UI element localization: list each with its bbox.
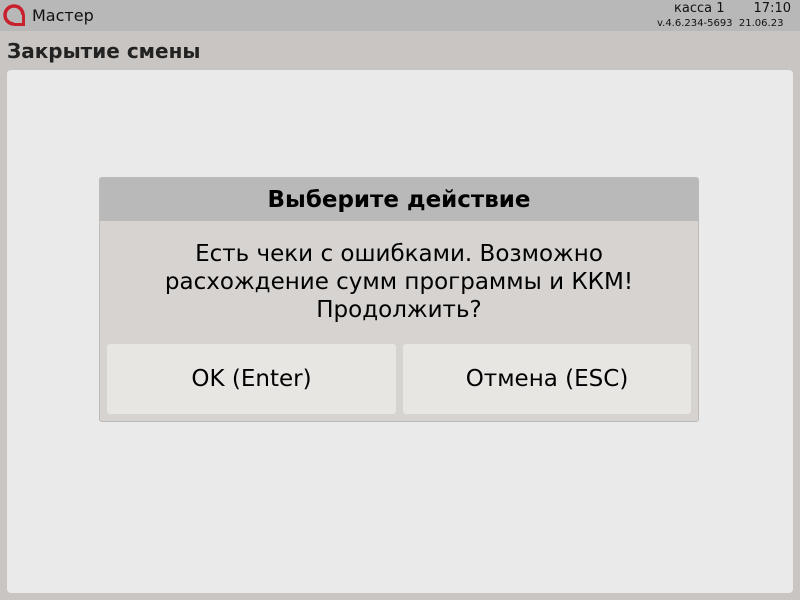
dialog-message-line: расхождение сумм программы и ККМ!: [164, 269, 634, 295]
current-date: 21.06.23: [738, 18, 784, 29]
top-bar: Мастер касса 1 17:10 v.4.6.234-5693 21.0…: [0, 0, 800, 31]
dialog-message-line: Есть чеки с ошибками. Возможно: [195, 241, 603, 267]
ok-button[interactable]: OK (Enter): [107, 344, 396, 414]
clock: 17:10: [753, 1, 791, 16]
version-info: v.4.6.234-5693 21.06.23: [657, 18, 783, 30]
confirm-dialog: Выберите действие Есть чеки с ошибками. …: [99, 177, 699, 422]
register-label: касса 1: [674, 1, 725, 16]
app-logo-icon: [3, 4, 25, 26]
dialog-title: Выберите действие: [267, 187, 531, 213]
dialog-header: Выберите действие: [100, 178, 698, 221]
dialog-message: Есть чеки с ошибками. Возможно расхожден…: [100, 240, 698, 324]
dialog-message-line: Продолжить?: [316, 297, 482, 323]
cancel-button[interactable]: Отмена (ESC): [403, 344, 691, 414]
version-number: v.4.6.234-5693: [657, 18, 733, 29]
app-title: Мастер: [32, 6, 94, 25]
page-title: Закрытие смены: [7, 39, 201, 63]
